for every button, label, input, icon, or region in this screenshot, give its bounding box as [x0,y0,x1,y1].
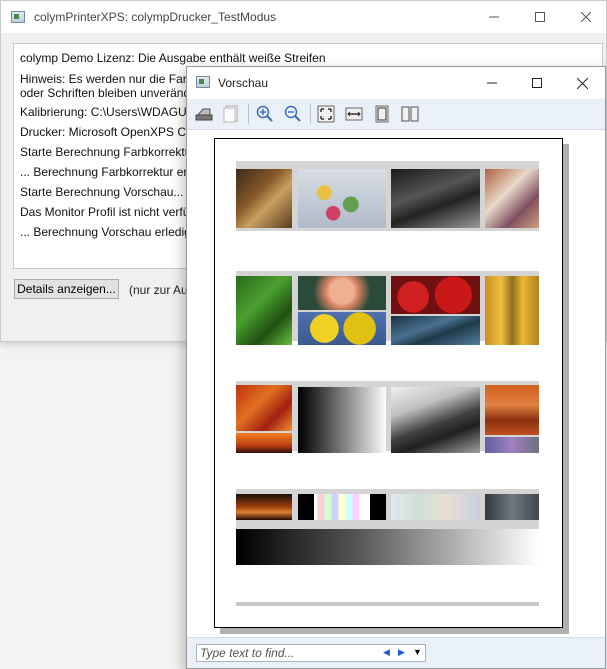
page-width-icon[interactable] [343,103,365,125]
sample-image-lavender [485,437,539,453]
find-input[interactable] [197,645,375,661]
find-next-icon[interactable]: ▶ [398,647,405,658]
maximize-icon[interactable] [517,1,563,33]
find-bar: ◀ ▶ ▼ [187,637,605,668]
details-button[interactable]: Details anzeigen... [14,279,119,299]
whole-page-icon[interactable] [371,103,393,125]
main-window-title: colymPrinterXPS: colympDrucker_TestModus [34,10,277,24]
minimize-icon[interactable] [469,67,515,99]
sample-image-bw-landscape [391,387,480,453]
preview-window-title: Vorschau [218,76,269,90]
sample-image-food [298,169,386,228]
sample-image-rose [298,276,386,310]
two-pages-icon[interactable] [399,103,421,125]
zoom-out-icon[interactable] [282,103,304,125]
sample-image-calculator [391,169,480,228]
preview-titlebar[interactable]: Vorschau [187,67,605,99]
sample-image-dark-texture [485,494,539,520]
document-viewer[interactable] [187,130,605,640]
close-icon[interactable] [559,67,605,99]
find-previous-icon[interactable]: ◀ [383,647,390,658]
print-icon[interactable] [193,103,215,125]
preview-page [214,138,563,628]
find-box: ◀ ▶ ▼ [196,644,426,662]
note-text: (nur zur Au [129,283,188,297]
sample-image-red-tree [236,385,292,431]
sample-image-arch [485,385,539,435]
sample-image-color-bars [298,494,386,520]
maximize-icon[interactable] [514,67,560,99]
app-icon [11,11,25,23]
zoom-in-icon[interactable] [254,103,276,125]
image-band [236,602,539,606]
sample-image-autumn-trees [485,276,539,345]
copy-icon[interactable] [220,103,242,125]
sample-image-fabrics [485,169,539,228]
sample-image-dusk [236,494,292,520]
sample-image-pastel-patches [391,494,480,520]
sample-image-water [391,316,480,345]
sample-image-sunset [236,433,292,453]
find-options-dropdown-icon[interactable]: ▼ [413,647,422,657]
toolbar-separator [248,104,249,124]
sample-image-strawberries [391,276,480,314]
sample-image-gradient-ramp [236,529,539,565]
preview-window: Vorschau Type text to find... ◀ ▶ ▼ [186,66,606,669]
sample-image-clock [236,169,292,228]
sample-image-grayscale-steps [298,387,386,453]
minimize-icon[interactable] [471,1,517,33]
main-titlebar[interactable]: colymPrinterXPS: colympDrucker_TestModus [1,1,606,33]
actual-size-icon[interactable] [315,103,337,125]
sample-image-yellow-flowers [298,312,386,345]
sample-image-plants [236,276,292,345]
preview-app-icon [196,76,210,88]
toolbar-separator [310,104,311,124]
log-line: colymp Demo Lizenz: Die Ausgabe enthält … [20,51,326,65]
preview-toolbar [187,99,605,130]
close-icon[interactable] [563,1,607,33]
